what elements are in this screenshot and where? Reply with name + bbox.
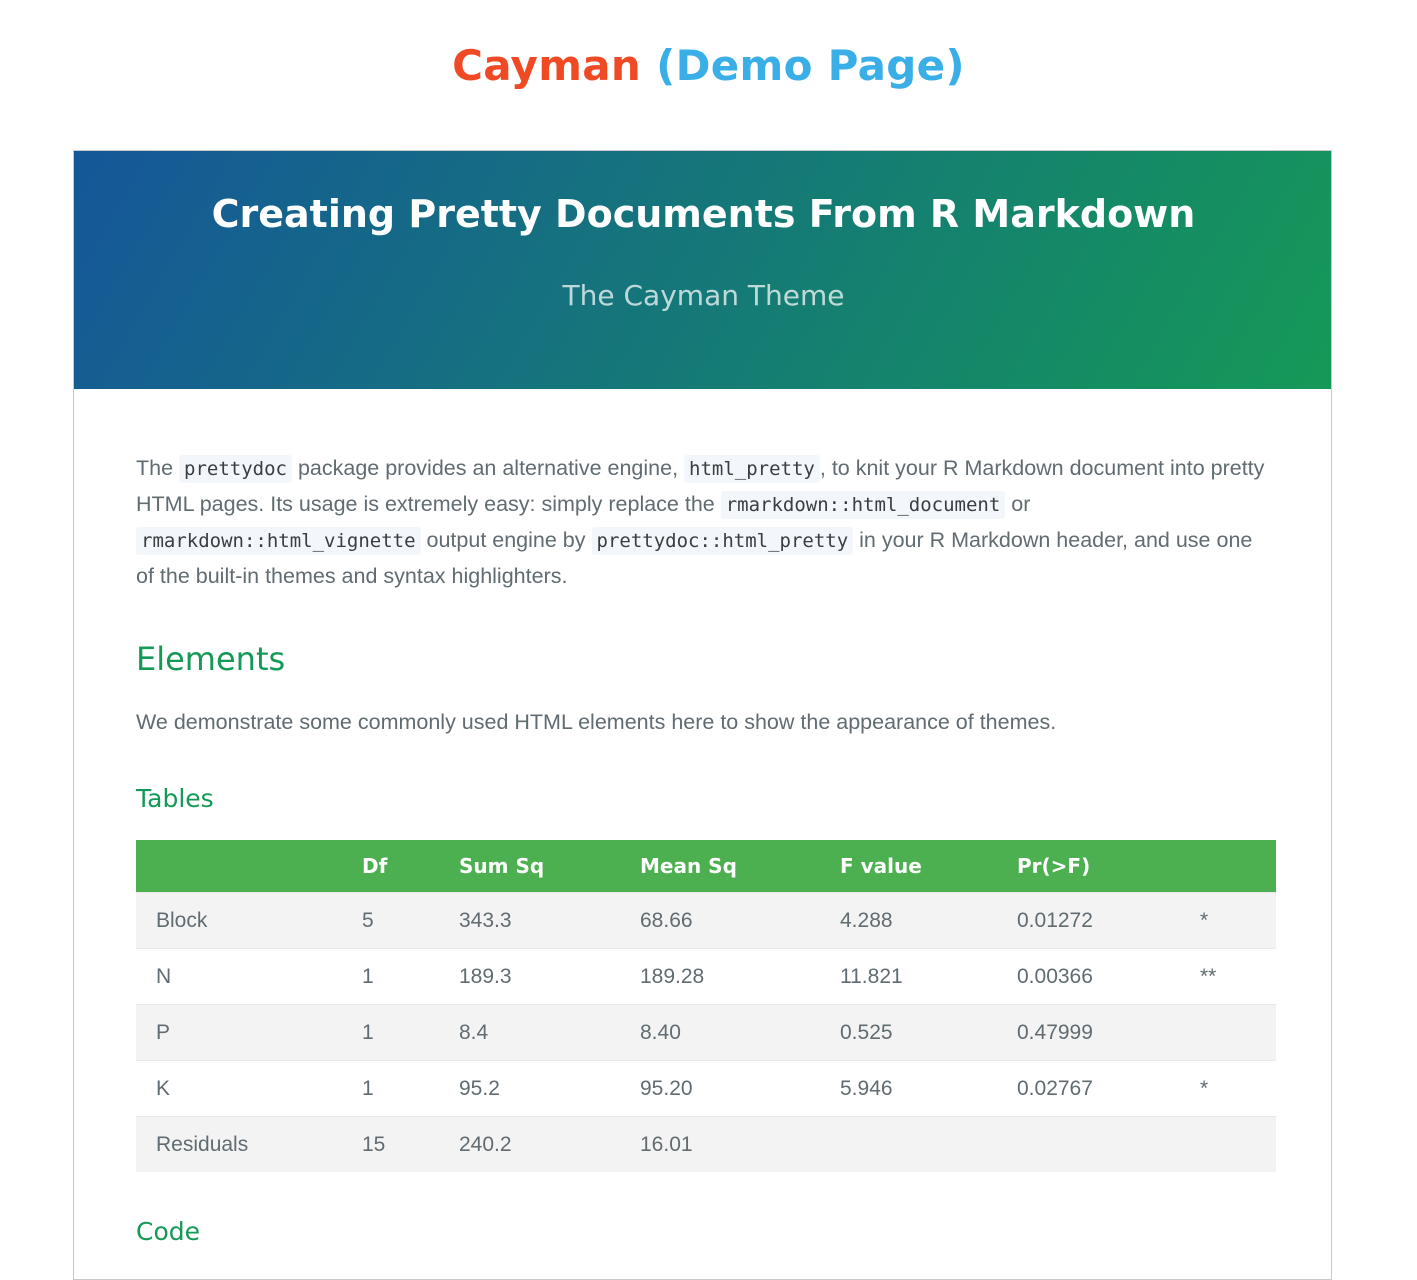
code-html-document: rmarkdown::html_document [720,491,1006,519]
table-cell: 95.20 [620,1060,820,1117]
column-header-signif [1180,840,1276,893]
table-cell: 0.02767 [997,1060,1180,1117]
table-cell: Block [136,892,342,949]
table-cell: P [136,1004,342,1061]
code-heading: Code [136,1217,201,1246]
intro-paragraph: The prettydoc package provides an altern… [136,455,1265,588]
table-cell: 189.3 [439,948,620,1005]
table-row: P 1 8.4 8.40 0.525 0.47999 [136,1004,1276,1061]
elements-description: We demonstrate some commonly used HTML e… [136,710,1057,734]
table-row: K 1 95.2 95.20 5.946 0.02767 * [136,1060,1276,1117]
table-cell [997,1116,1180,1172]
column-header-pr-f: Pr(>F) [997,840,1180,893]
table-cell: 0.00366 [997,948,1180,1005]
table-cell: * [1180,1060,1276,1117]
demo-label: (Demo Page) [656,41,965,90]
table-cell: 1 [342,1004,439,1061]
table-cell: 0.01272 [997,892,1180,949]
table-cell: * [1180,892,1276,949]
code-html-vignette: rmarkdown::html_vignette [136,527,421,555]
table-cell [1180,1004,1276,1061]
table-cell: 11.821 [820,948,997,1005]
table-cell: 343.3 [439,892,620,949]
table-cell: 15 [342,1116,439,1172]
table-header-row: Df Sum Sq Mean Sq F value Pr(>F) [136,840,1276,893]
table-row: Residuals 15 240.2 16.01 [136,1116,1276,1172]
table-cell [1180,1116,1276,1172]
table-cell: 4.288 [820,892,997,949]
table-cell: 0.525 [820,1004,997,1061]
code-prettydoc: prettydoc [179,455,292,483]
table-cell [820,1116,997,1172]
table-cell: 240.2 [439,1116,620,1172]
elements-heading: Elements [136,640,286,678]
code-html-pretty: html_pretty [684,455,820,483]
table-cell: N [136,948,342,1005]
table-cell: 5 [342,892,439,949]
code-prettydoc-html-pretty: prettydoc::html_pretty [591,527,854,555]
table-row: Block 5 343.3 68.66 4.288 0.01272 * [136,892,1276,949]
page-title: Creating Pretty Documents From R Markdow… [211,192,1196,236]
table-cell: 68.66 [620,892,820,949]
table-cell: 189.28 [620,948,820,1005]
anova-table: Df Sum Sq Mean Sq F value Pr(>F) Block 5… [136,840,1276,1172]
theme-name: Cayman [452,41,642,90]
table-cell: 1 [342,1060,439,1117]
page-header: Creating Pretty Documents From R Markdow… [74,151,1331,389]
table-cell: 1 [342,948,439,1005]
column-header-df: Df [342,840,439,893]
table-cell: 16.01 [620,1116,820,1172]
column-header [136,840,342,893]
page-subtitle: The Cayman Theme [562,279,845,312]
table-cell: 95.2 [439,1060,620,1117]
column-header-f-value: F value [820,840,997,893]
main-content: The prettydoc package provides an altern… [136,451,1276,1246]
table-cell: 8.40 [620,1004,820,1061]
document-frame: Creating Pretty Documents From R Markdow… [73,150,1332,1280]
table-row: N 1 189.3 189.28 11.821 0.00366 ** [136,948,1276,1005]
table-cell: 8.4 [439,1004,620,1061]
table-cell: Residuals [136,1116,342,1172]
tables-heading: Tables [136,784,214,813]
table-cell: ** [1180,948,1276,1005]
column-header-sum-sq: Sum Sq [439,840,620,893]
column-header-mean-sq: Mean Sq [620,840,820,893]
table-cell: 5.946 [820,1060,997,1117]
demo-page-title: Cayman (Demo Page) [0,38,1417,94]
table-cell: K [136,1060,342,1117]
table-cell: 0.47999 [997,1004,1180,1061]
